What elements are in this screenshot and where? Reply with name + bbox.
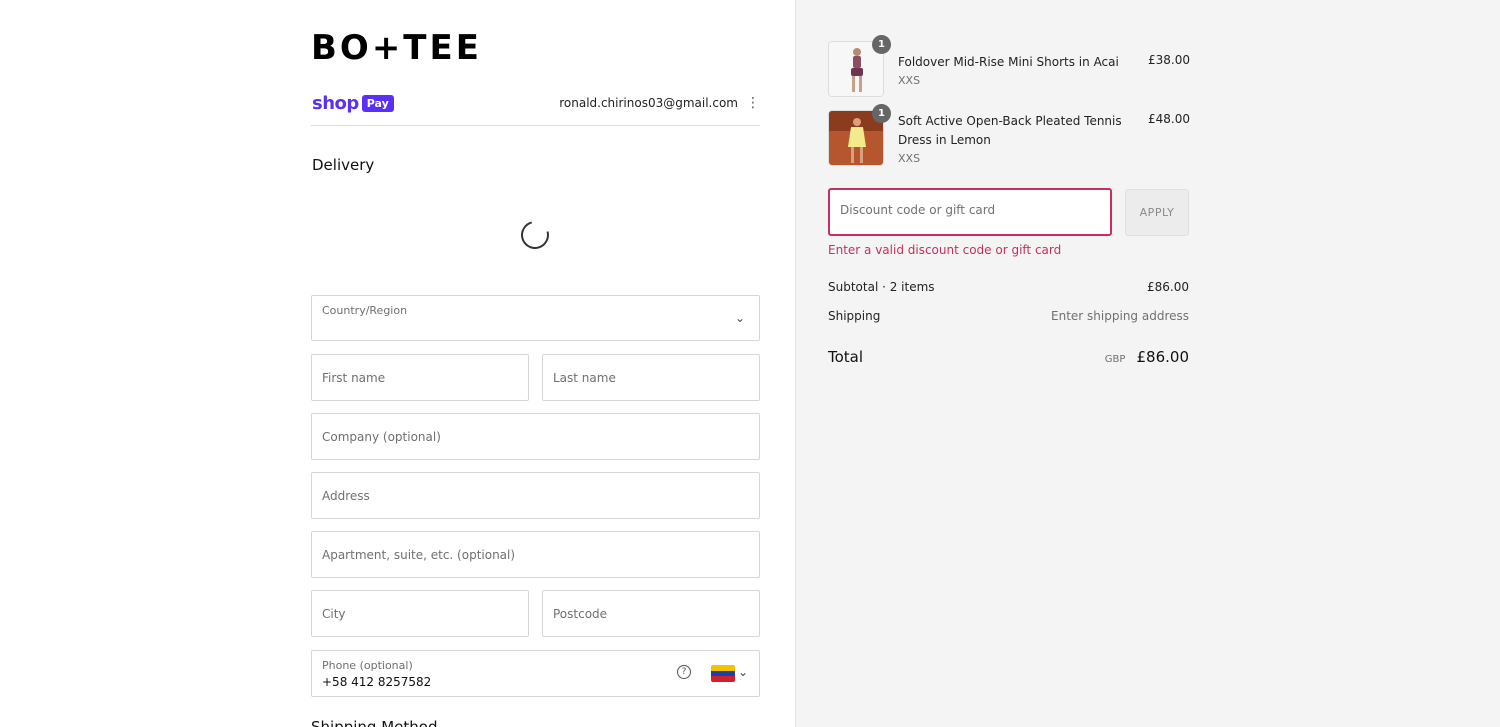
subtotal-label: Subtotal · 2 items	[828, 280, 935, 294]
product-variant: XXS	[898, 74, 921, 87]
shop-pay-word: shop	[312, 93, 359, 114]
shipping-value: Enter shipping address	[1051, 309, 1189, 323]
shipping-row: Shipping Enter shipping address	[828, 309, 1189, 323]
first-name-field[interactable]: First name	[311, 354, 529, 401]
apply-button[interactable]: APPLY	[1125, 189, 1189, 236]
quantity-badge: 1	[872, 104, 891, 123]
city-field[interactable]: City	[311, 590, 529, 637]
phone-value: +58 412 8257582	[322, 675, 432, 689]
phone-field[interactable]: Phone (optional) +58 412 8257582	[311, 650, 760, 697]
product-name: Soft Active Open-Back Pleated Tennis Dre…	[898, 114, 1122, 147]
city-placeholder: City	[322, 606, 346, 621]
account-email: ronald.chirinos03@gmail.com	[559, 96, 738, 110]
shipping-label: Shipping	[828, 309, 881, 323]
discount-input[interactable]	[840, 203, 1100, 217]
product-info: Soft Active Open-Back Pleated Tennis Dre…	[898, 112, 1128, 168]
cart-item: 1 Soft Active Open-Back Pleated Tennis D…	[828, 104, 1190, 168]
quantity-badge: 1	[872, 35, 891, 54]
shop-pay-badge: Pay	[361, 95, 394, 112]
discount-error: Enter a valid discount code or gift card	[828, 243, 1062, 257]
shop-pay-logo: shop Pay	[312, 93, 394, 114]
divider	[311, 125, 760, 126]
total-row: Total GBP £86.00	[828, 347, 1189, 366]
chevron-down-icon[interactable]: ⌄	[738, 665, 748, 679]
subtotal-row: Subtotal · 2 items £86.00	[828, 280, 1189, 294]
product-price: £38.00	[1148, 53, 1190, 67]
kebab-menu-icon[interactable]: ⋮	[746, 96, 760, 110]
postcode-placeholder: Postcode	[553, 606, 608, 621]
discount-field[interactable]	[828, 188, 1112, 236]
currency-code: GBP	[1104, 354, 1126, 365]
venezuela-flag-icon[interactable]	[711, 665, 735, 682]
product-variant: XXS	[898, 152, 921, 165]
last-name-placeholder: Last name	[553, 370, 616, 385]
product-info: Foldover Mid-Rise Mini Shorts in Acai XX…	[898, 53, 1128, 90]
product-price: £48.00	[1148, 112, 1190, 126]
company-field[interactable]: Company (optional)	[311, 413, 760, 460]
last-name-field[interactable]: Last name	[542, 354, 760, 401]
country-select[interactable]: Country/Region ⌄	[311, 295, 760, 341]
subtotal-value: £86.00	[1147, 280, 1189, 294]
country-label: Country/Region	[322, 304, 408, 317]
section-heading-shipping-method: Shipping Method	[311, 718, 438, 727]
account-bar: ronald.chirinos03@gmail.com ⋮	[540, 96, 760, 110]
help-icon[interactable]: ?	[677, 665, 691, 679]
apartment-placeholder: Apartment, suite, etc. (optional)	[322, 547, 516, 562]
total-label: Total	[828, 348, 864, 366]
first-name-placeholder: First name	[322, 370, 386, 385]
product-name: Foldover Mid-Rise Mini Shorts in Acai	[898, 55, 1119, 69]
address-field[interactable]: Address	[311, 472, 760, 519]
section-heading-delivery: Delivery	[312, 156, 375, 174]
brand-logo[interactable]: BO+TEE	[311, 30, 482, 66]
company-placeholder: Company (optional)	[322, 429, 441, 444]
chevron-down-icon: ⌄	[734, 311, 745, 325]
cart-item: 1 Foldover Mid-Rise Mini Shorts in Acai …	[828, 35, 1190, 97]
postcode-field[interactable]: Postcode	[542, 590, 760, 637]
total-value: £86.00	[1136, 348, 1190, 366]
apartment-field[interactable]: Apartment, suite, etc. (optional)	[311, 531, 760, 578]
address-placeholder: Address	[322, 488, 370, 503]
phone-label: Phone (optional)	[322, 659, 413, 672]
